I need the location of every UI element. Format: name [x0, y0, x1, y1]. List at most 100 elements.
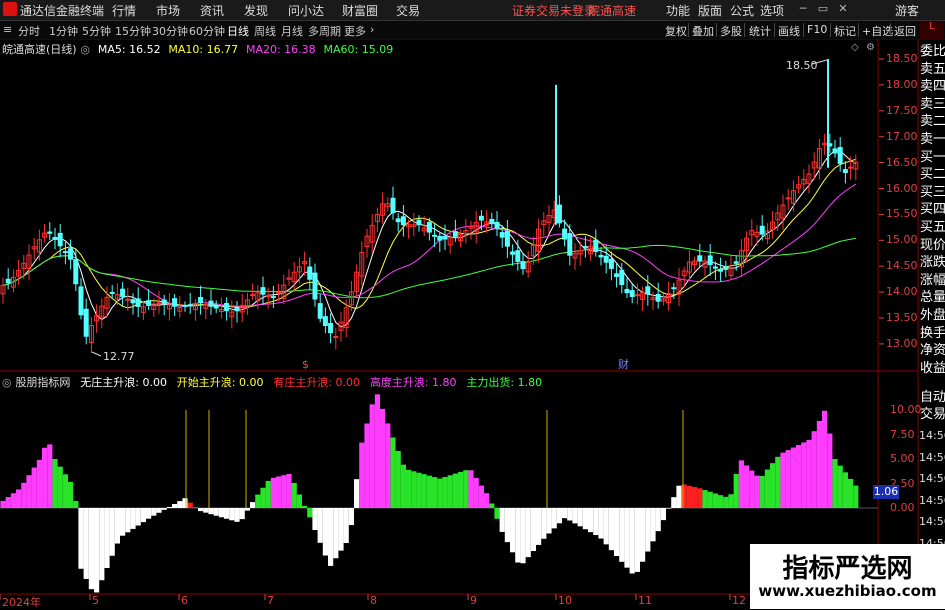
- indicator-bar: [104, 508, 110, 568]
- date-tick-label: 12: [732, 594, 746, 607]
- indicator-bar: [738, 460, 744, 508]
- candle-body: [328, 322, 334, 334]
- indicator-bar: [785, 450, 791, 508]
- finance-marker: 财: [618, 357, 629, 371]
- indicator-bar: [416, 472, 422, 508]
- indicator-bar: [640, 508, 646, 562]
- date-tick-label: 10: [558, 594, 572, 607]
- indicator-bar: [718, 495, 724, 508]
- indicator-bar: [234, 508, 240, 522]
- candle-body: [276, 291, 282, 294]
- indicator-bar: [265, 480, 271, 508]
- indicator-bar: [697, 488, 703, 508]
- candle-body: [312, 272, 318, 300]
- indicator-bar: [47, 444, 53, 508]
- indicator-bar: [666, 508, 672, 509]
- candle-body: [556, 204, 562, 224]
- side-panel-item[interactable]: 现价: [920, 234, 945, 253]
- side-panel-item[interactable]: 委比: [920, 40, 945, 59]
- time-tick-label: 14:56: [919, 515, 945, 528]
- indicator-bar: [660, 508, 666, 521]
- indicator-bar: [5, 497, 11, 508]
- indicator-bar: [780, 452, 786, 508]
- indicator-bar: [16, 489, 22, 508]
- chart-canvas: 18.50 12.77 $ 财: [0, 40, 919, 609]
- indicator-bar: [712, 493, 718, 508]
- indicator-bar: [244, 508, 250, 511]
- side-panel-item[interactable]: 卖三: [920, 93, 945, 112]
- indicator-bar: [499, 508, 505, 532]
- indicator-bar: [348, 508, 354, 526]
- side-panel-item[interactable]: 涨幅: [920, 269, 945, 288]
- side-panel-item[interactable]: 交易: [920, 403, 945, 422]
- time-tick-label: 14:56: [919, 472, 945, 485]
- side-panel-item[interactable]: 买二: [920, 163, 945, 182]
- candle-body: [395, 218, 401, 223]
- side-panel-item[interactable]: 卖五: [920, 58, 945, 77]
- candle-body: [619, 269, 625, 286]
- indicator-bar: [187, 502, 193, 508]
- indicator-bar: [686, 485, 692, 508]
- candle-body: [234, 307, 240, 312]
- indicator-bar: [317, 508, 323, 543]
- candle-body: [759, 225, 765, 235]
- side-panel-item[interactable]: 净资: [920, 339, 945, 358]
- indicator-bar: [213, 508, 219, 516]
- candle-body: [130, 299, 136, 304]
- candle-body: [697, 255, 703, 262]
- indicator-bar: [281, 475, 287, 508]
- indicator-bar: [322, 508, 328, 556]
- indicator-bar: [515, 508, 521, 563]
- indicator-bar: [702, 490, 708, 508]
- candle-body: [125, 298, 131, 301]
- time-tick-label: 14:56: [919, 450, 945, 464]
- side-panel-item[interactable]: 收益: [920, 357, 945, 376]
- side-panel-item[interactable]: 换手: [920, 322, 945, 341]
- indicator-bar: [62, 474, 68, 508]
- candle-body: [645, 286, 651, 295]
- candlesticks[interactable]: [0, 59, 859, 354]
- indicator-bar: [151, 508, 157, 516]
- candle-body: [671, 287, 677, 290]
- candle-body: [120, 288, 126, 297]
- candle-body: [842, 169, 848, 174]
- side-panel-item[interactable]: 外盘: [920, 304, 945, 323]
- indicator-bar: [603, 508, 609, 545]
- indicator-bar: [224, 508, 230, 519]
- indicator-bar: [83, 508, 89, 579]
- side-panel-item[interactable]: 买一: [920, 146, 945, 165]
- candle-body: [655, 293, 661, 302]
- side-panel-item[interactable]: 买三: [920, 181, 945, 200]
- side-panel-item[interactable]: 卖四: [920, 75, 945, 94]
- indicator-axis: 10.00 7.50 5.00 2.50 0.00: [886, 0, 922, 609]
- candle-body: [187, 304, 193, 307]
- candle-body: [57, 232, 63, 247]
- indicator-bar: [681, 484, 687, 508]
- side-panel-item[interactable]: 总量: [920, 286, 945, 305]
- indicator-bar: [338, 508, 344, 551]
- indicator-bar: [395, 451, 401, 508]
- indicator-bar: [770, 463, 776, 508]
- side-panel-item[interactable]: 卖二: [920, 110, 945, 129]
- indicator-bar: [10, 493, 16, 508]
- quote-side-panel[interactable]: 委比 卖五 卖四 卖三 卖二 卖一 买一 买二 买三 买四 买五 现价 涨跌 涨幅 总量 外盘 换手 净资 收益 自动…: [919, 40, 945, 422]
- indicator-bar: [806, 439, 812, 508]
- candle-body: [608, 258, 614, 269]
- indicator-bar: [707, 491, 713, 508]
- candle-body: [832, 148, 838, 154]
- side-panel-item[interactable]: 涨跌: [920, 251, 945, 270]
- indicator-bar: [359, 442, 365, 508]
- indicator-bar: [588, 508, 594, 533]
- side-panel-item[interactable]: 卖一: [920, 128, 945, 147]
- indicator-bar: [775, 456, 781, 508]
- indicator-bar: [354, 479, 360, 508]
- candle-body: [161, 299, 167, 305]
- candle-body: [848, 166, 854, 169]
- side-panel-item[interactable]: 买四: [920, 198, 945, 217]
- indicator-bar: [406, 469, 412, 508]
- candle-body: [52, 237, 58, 241]
- indicator-bar: [369, 404, 375, 508]
- indicator-bar: [504, 508, 510, 543]
- side-panel-item[interactable]: 买五: [920, 216, 945, 235]
- indicator-bar: [374, 394, 380, 508]
